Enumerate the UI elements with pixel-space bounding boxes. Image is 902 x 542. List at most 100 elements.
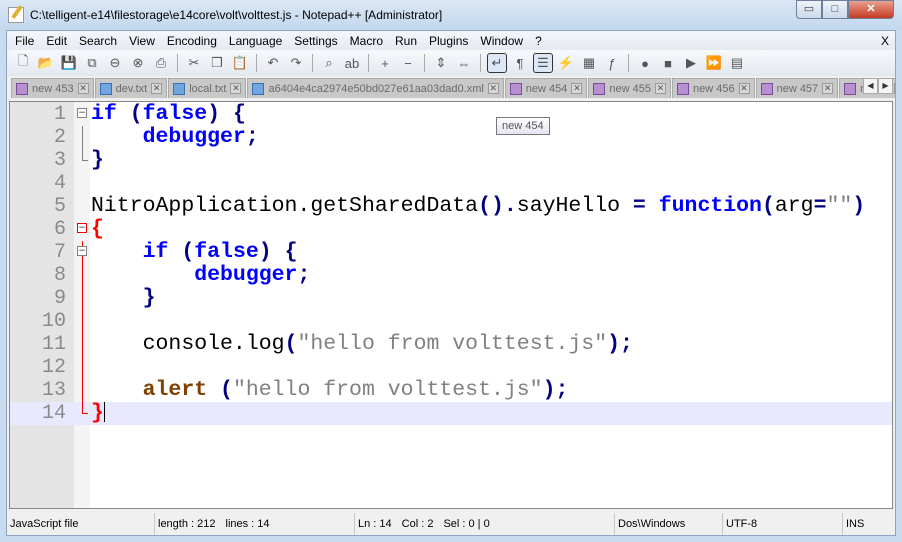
close-button[interactable]: ⊖ [105,53,125,73]
close-window-button[interactable]: ✕ [848,0,894,19]
menu-language[interactable]: Language [223,34,288,48]
minimize-button[interactable]: ▭ [796,0,822,19]
code-text: } [91,287,156,310]
menu-file[interactable]: File [9,34,40,48]
sync-horizontal-button[interactable]: ⇔ [454,53,474,73]
save-macro-icon: ▤ [731,55,743,71]
code-text: debugger; [91,126,259,149]
tab-new-454[interactable]: new 454✕ [505,78,588,98]
function-list-button[interactable]: ƒ [602,53,622,73]
menu-search[interactable]: Search [73,34,123,48]
menu-plugins[interactable]: Plugins [423,34,474,48]
replace-button[interactable]: ab [342,53,362,73]
code-line[interactable]: 1−if (false) { [10,103,893,126]
zoom-in-button[interactable]: + [375,53,395,73]
zoom-out-button[interactable]: − [398,53,418,73]
token-op: { [233,102,246,126]
close-all-button[interactable]: ⊗ [128,53,148,73]
code-editor[interactable]: 1−if (false) {2 debugger;3}45NitroApplic… [9,101,893,509]
title-bar: C:\telligent-e14\filestorage\e14core\vol… [0,0,902,30]
fold-toggle-icon[interactable]: − [77,223,87,233]
menu-view[interactable]: View [123,34,161,48]
play-macro-button[interactable]: ▶ [681,53,701,73]
save-status-icon [100,83,112,95]
indent-guide-button[interactable]: ☰ [533,53,553,73]
close-icon: ⊖ [110,55,121,71]
menu-run[interactable]: Run [389,34,423,48]
tab-close-button[interactable]: ✕ [78,83,89,94]
undo-button[interactable]: ↶ [263,53,283,73]
show-all-chars-button[interactable]: ¶ [510,53,530,73]
menu-encoding[interactable]: Encoding [161,34,223,48]
doc-map-button[interactable]: ▦ [579,53,599,73]
tab-close-button[interactable]: ✕ [488,83,499,94]
code-line[interactable]: 14} [10,402,893,425]
tab-new-455[interactable]: new 455✕ [588,78,671,98]
tab-dev-txt[interactable]: dev.txt✕ [95,78,168,98]
record-macro-button[interactable]: ● [635,53,655,73]
save-macro-button[interactable]: ▤ [727,53,747,73]
token-kw: if [143,240,169,264]
print-button[interactable]: ⎙ [151,53,171,73]
tab-scroll-left-button[interactable]: ◀ [863,78,878,94]
code-line[interactable]: 13 alert ("hello from volttest.js"); [10,379,893,402]
save-all-button[interactable]: ⧉ [82,53,102,73]
menu-window[interactable]: Window [474,34,529,48]
tab-close-button[interactable]: ✕ [151,83,162,94]
save-button[interactable]: 💾 [59,53,79,73]
tab-close-button[interactable]: ✕ [739,83,750,94]
tab-scroll-right-button[interactable]: ▶ [878,78,893,94]
code-line[interactable]: 6−{ [10,218,893,241]
menu-help[interactable]: ? [529,34,548,48]
tab-a6404e4ca2974e50bd027e61aa03dad0-xml[interactable]: a6404e4ca2974e50bd027e61aa03dad0.xml✕ [247,78,503,98]
line-number: 7 [10,241,66,264]
code-line[interactable]: 4 [10,172,893,195]
save-status-icon [761,83,773,95]
code-line[interactable]: 2 debugger; [10,126,893,149]
menu-settings[interactable]: Settings [288,34,343,48]
cut-icon: ✂ [189,55,200,71]
code-line[interactable]: 8 debugger; [10,264,893,287]
tab-local-txt[interactable]: local.txt✕ [168,78,246,98]
tab-close-button[interactable]: ✕ [894,83,895,94]
redo-button[interactable]: ↷ [286,53,306,73]
tab-close-button[interactable]: ✕ [571,83,582,94]
token-op: ; [246,125,259,149]
code-line[interactable]: 12 [10,356,893,379]
stop-macro-button[interactable]: ■ [658,53,678,73]
code-line[interactable]: 9 } [10,287,893,310]
token-op: { [285,240,298,264]
fold-line [82,356,83,379]
code-text: console.log("hello from volttest.js"); [91,333,633,356]
code-line[interactable]: 3} [10,149,893,172]
save-status-icon [16,83,28,95]
menu-macro[interactable]: Macro [344,34,389,48]
fold-toggle-icon[interactable]: − [77,246,87,256]
code-line[interactable]: 7− if (false) { [10,241,893,264]
cut-button[interactable]: ✂ [184,53,204,73]
word-wrap-button[interactable]: ↵ [487,53,507,73]
copy-button[interactable]: ❐ [207,53,227,73]
sync-vertical-button[interactable]: ⇕ [431,53,451,73]
new-file-button[interactable]: 🗋 [13,53,33,73]
tab-close-button[interactable]: ✕ [230,83,241,94]
tab-close-button[interactable]: ✕ [655,83,666,94]
tab-new-456[interactable]: new 456✕ [672,78,755,98]
run-macro-multiple-button[interactable]: ⏩ [704,53,724,73]
token-id [168,240,181,264]
tab-close-button[interactable]: ✕ [822,83,833,94]
fold-toggle-icon[interactable]: − [77,108,87,118]
paste-button[interactable]: 📋 [230,53,250,73]
close-document-button[interactable]: X [875,34,895,48]
code-line[interactable]: 11 console.log("hello from volttest.js")… [10,333,893,356]
tab-new-453[interactable]: new 453✕ [11,78,94,98]
open-file-button[interactable]: 📂 [36,53,56,73]
user-language-button[interactable]: ⚡ [556,53,576,73]
code-line[interactable]: 5NitroApplication.getSharedData().sayHel… [10,195,893,218]
maximize-button[interactable]: □ [822,0,848,19]
tab-new-457[interactable]: new 457✕ [756,78,839,98]
menu-edit[interactable]: Edit [40,34,73,48]
code-line[interactable]: 10 [10,310,893,333]
line-number: 3 [10,149,66,172]
find-button[interactable]: ⌕ [319,53,339,73]
